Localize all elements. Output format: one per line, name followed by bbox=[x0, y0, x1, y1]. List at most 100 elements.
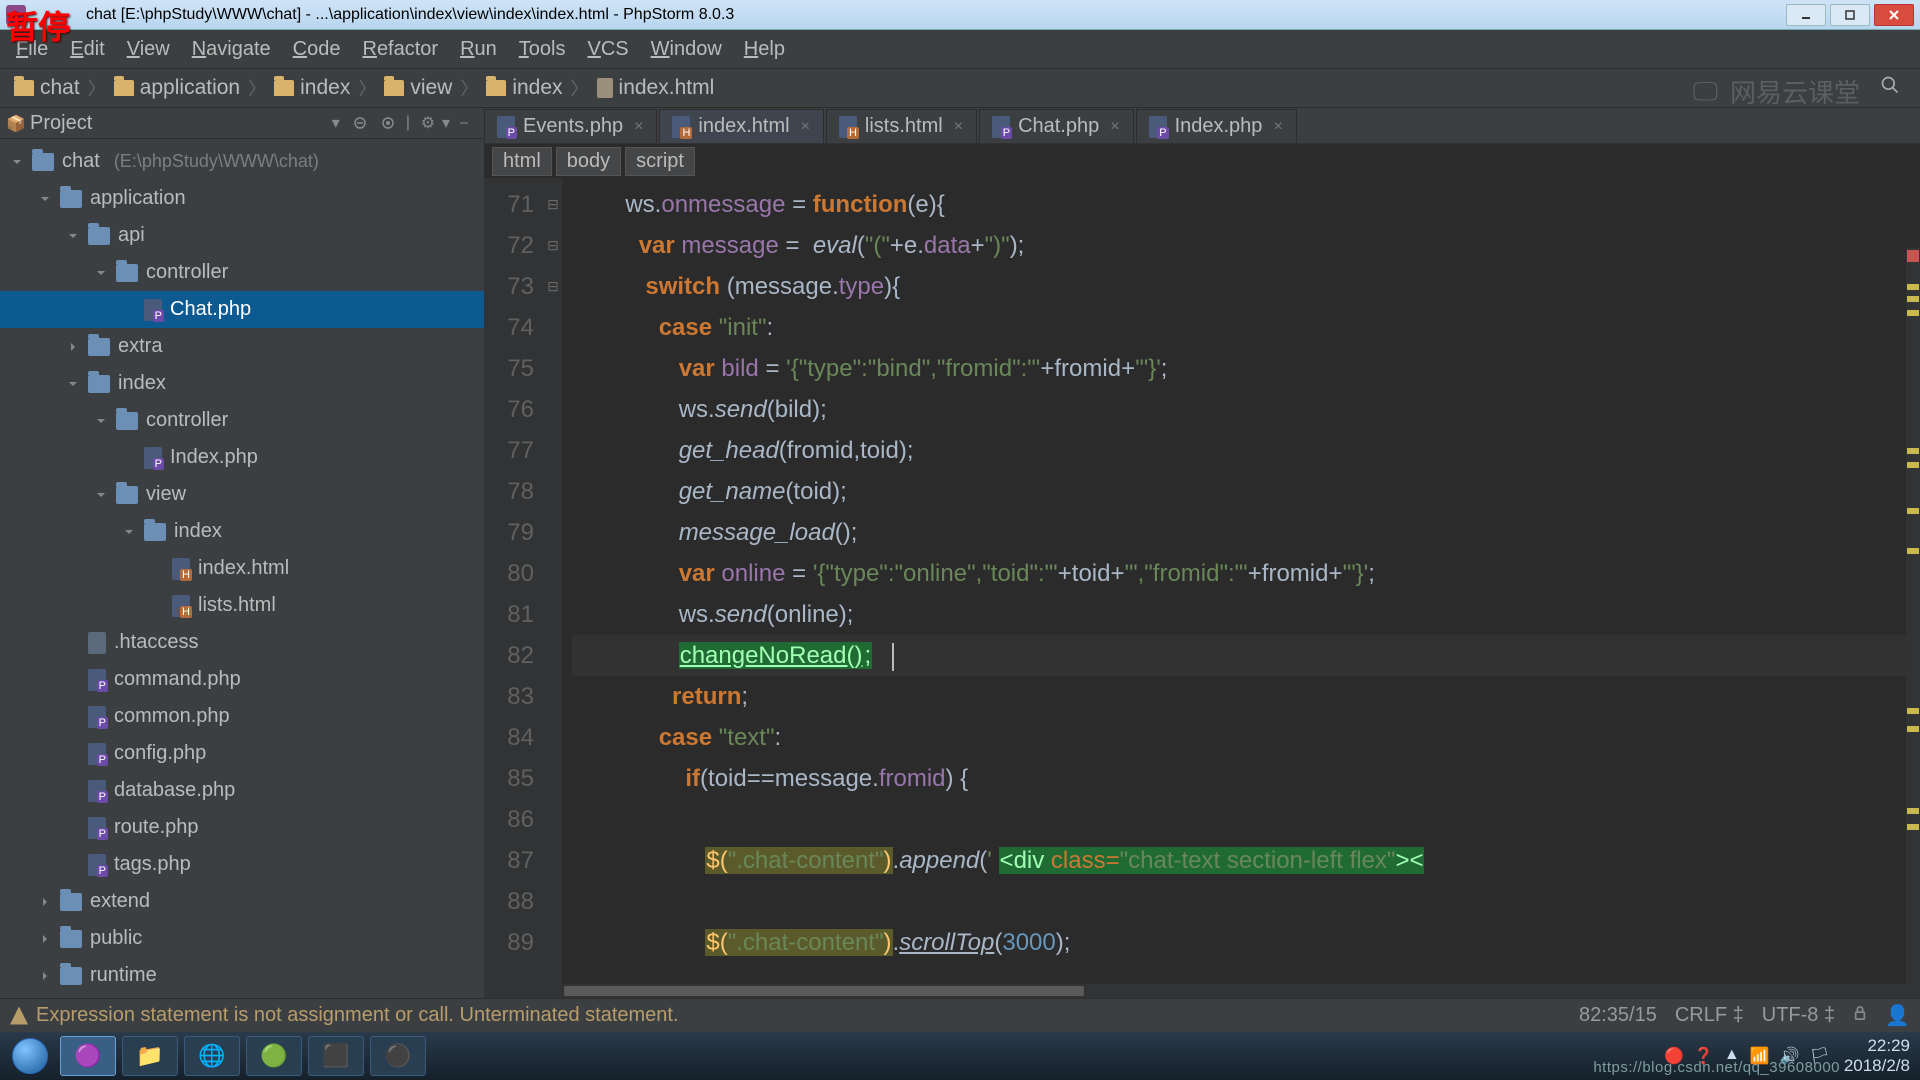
breadcrumb-item[interactable]: index.html bbox=[591, 74, 721, 102]
lock-icon[interactable] bbox=[1853, 1004, 1867, 1027]
warning-marker[interactable] bbox=[1907, 824, 1919, 830]
minimize-button[interactable] bbox=[1786, 4, 1826, 26]
menu-run[interactable]: Run bbox=[450, 34, 507, 65]
expand-icon[interactable] bbox=[38, 192, 52, 206]
tree-item-index[interactable]: index bbox=[0, 513, 484, 550]
tree-item-database-php[interactable]: database.php bbox=[0, 772, 484, 809]
file-encoding[interactable]: UTF-8 ‡ bbox=[1762, 1004, 1835, 1027]
tree-item-extra[interactable]: extra bbox=[0, 328, 484, 365]
tree-item-route-php[interactable]: route.php bbox=[0, 809, 484, 846]
expand-icon[interactable] bbox=[66, 377, 80, 391]
warning-marker[interactable] bbox=[1907, 708, 1919, 714]
tree-item-view[interactable]: view bbox=[0, 476, 484, 513]
warning-marker[interactable] bbox=[1907, 808, 1919, 814]
expand-icon[interactable] bbox=[66, 858, 80, 872]
tree-item-application[interactable]: application bbox=[0, 180, 484, 217]
warning-marker[interactable] bbox=[1907, 284, 1919, 290]
code-crumb-body[interactable]: body bbox=[556, 147, 621, 176]
expand-icon[interactable] bbox=[66, 340, 80, 354]
fold-toggle[interactable]: ⊟ bbox=[544, 266, 562, 307]
tree-item-controller[interactable]: controller bbox=[0, 254, 484, 291]
warning-marker[interactable] bbox=[1907, 310, 1919, 316]
code-editor[interactable]: 71727374757677787980818283848586878889 ⊟… bbox=[484, 178, 1920, 998]
scrollbar-thumb[interactable] bbox=[564, 986, 1084, 996]
taskbar-app-0[interactable]: 🟣 bbox=[60, 1036, 116, 1076]
line-separator[interactable]: CRLF ‡ bbox=[1675, 1004, 1744, 1027]
expand-icon[interactable] bbox=[38, 969, 52, 983]
close-button[interactable] bbox=[1874, 4, 1914, 26]
breadcrumb-item[interactable]: index bbox=[268, 74, 356, 102]
expand-icon[interactable] bbox=[94, 414, 108, 428]
warning-marker[interactable] bbox=[1907, 508, 1919, 514]
menu-refactor[interactable]: Refactor bbox=[352, 34, 448, 65]
expand-icon[interactable] bbox=[122, 451, 136, 465]
expand-icon[interactable] bbox=[66, 747, 80, 761]
close-tab-icon[interactable]: × bbox=[631, 118, 646, 136]
tab-lists-html[interactable]: lists.html× bbox=[826, 109, 977, 143]
error-stripe[interactable] bbox=[1906, 248, 1920, 998]
tree-item--htaccess[interactable]: .htaccess bbox=[0, 624, 484, 661]
expand-icon[interactable] bbox=[66, 229, 80, 243]
tree-item-chat[interactable]: chat(E:\phpStudy\WWW\chat) bbox=[0, 143, 484, 180]
taskbar-app-4[interactable]: ⬛ bbox=[308, 1036, 364, 1076]
tab-chat-php[interactable]: Chat.php× bbox=[979, 109, 1134, 143]
close-tab-icon[interactable]: × bbox=[1270, 118, 1285, 136]
menu-tools[interactable]: Tools bbox=[509, 34, 576, 65]
hide-panel-icon[interactable]: ⎯ bbox=[453, 112, 475, 134]
expand-icon[interactable] bbox=[122, 303, 136, 317]
project-tree[interactable]: chat(E:\phpStudy\WWW\chat)applicationapi… bbox=[0, 139, 484, 998]
tree-item-extend[interactable]: extend bbox=[0, 883, 484, 920]
tree-item-runtime[interactable]: runtime bbox=[0, 957, 484, 994]
collapse-all-icon[interactable] bbox=[349, 112, 371, 134]
error-marker[interactable] bbox=[1907, 250, 1919, 262]
fold-toggle[interactable]: ⊟ bbox=[544, 184, 562, 225]
menu-view[interactable]: View bbox=[117, 34, 180, 65]
tree-item-api[interactable]: api bbox=[0, 217, 484, 254]
expand-icon[interactable] bbox=[66, 636, 80, 650]
taskbar-app-3[interactable]: 🟢 bbox=[246, 1036, 302, 1076]
tree-item-chat-php[interactable]: Chat.php bbox=[0, 291, 484, 328]
warning-marker[interactable] bbox=[1907, 462, 1919, 468]
chevron-down-icon[interactable]: ▾ bbox=[332, 113, 340, 133]
tree-item-index-html[interactable]: index.html bbox=[0, 550, 484, 587]
horizontal-scrollbar[interactable] bbox=[562, 984, 1906, 998]
chevron-down-icon[interactable]: ▾ bbox=[442, 113, 450, 133]
close-tab-icon[interactable]: × bbox=[1107, 118, 1122, 136]
tab-index-php[interactable]: Index.php× bbox=[1136, 109, 1297, 143]
gear-icon[interactable]: ⚙ bbox=[417, 112, 439, 134]
expand-icon[interactable] bbox=[94, 488, 108, 502]
expand-icon[interactable] bbox=[94, 266, 108, 280]
menu-navigate[interactable]: Navigate bbox=[182, 34, 281, 65]
tree-item-public[interactable]: public bbox=[0, 920, 484, 957]
breadcrumb-item[interactable]: index bbox=[480, 74, 568, 102]
tree-item-tags-php[interactable]: tags.php bbox=[0, 846, 484, 883]
fold-column[interactable]: ⊟⊟⊟ bbox=[544, 178, 562, 998]
hector-icon[interactable]: 👤 bbox=[1885, 1003, 1910, 1028]
tree-item-config-php[interactable]: config.php bbox=[0, 735, 484, 772]
menu-window[interactable]: Window bbox=[641, 34, 732, 65]
scroll-from-source-icon[interactable] bbox=[377, 112, 399, 134]
search-icon[interactable] bbox=[1880, 75, 1908, 103]
expand-icon[interactable] bbox=[38, 895, 52, 909]
menu-vcs[interactable]: VCS bbox=[578, 34, 639, 65]
tree-item-command-php[interactable]: command.php bbox=[0, 661, 484, 698]
expand-icon[interactable] bbox=[66, 821, 80, 835]
menu-help[interactable]: Help bbox=[734, 34, 795, 65]
tree-item-controller[interactable]: controller bbox=[0, 402, 484, 439]
tree-item-common-php[interactable]: common.php bbox=[0, 698, 484, 735]
warning-marker[interactable] bbox=[1907, 448, 1919, 454]
taskbar-app-5[interactable]: ⚫ bbox=[370, 1036, 426, 1076]
breadcrumb-item[interactable]: view bbox=[378, 74, 458, 102]
breadcrumb-item[interactable]: application bbox=[108, 74, 246, 102]
tab-events-php[interactable]: Events.php× bbox=[484, 109, 657, 143]
warning-marker[interactable] bbox=[1907, 726, 1919, 732]
warning-marker[interactable] bbox=[1907, 548, 1919, 554]
warning-marker[interactable] bbox=[1907, 296, 1919, 302]
expand-icon[interactable] bbox=[38, 932, 52, 946]
tree-item-index[interactable]: index bbox=[0, 365, 484, 402]
expand-icon[interactable] bbox=[150, 599, 164, 613]
maximize-button[interactable] bbox=[1830, 4, 1870, 26]
expand-icon[interactable] bbox=[10, 155, 24, 169]
expand-icon[interactable] bbox=[66, 673, 80, 687]
code-crumb-script[interactable]: script bbox=[625, 147, 695, 176]
